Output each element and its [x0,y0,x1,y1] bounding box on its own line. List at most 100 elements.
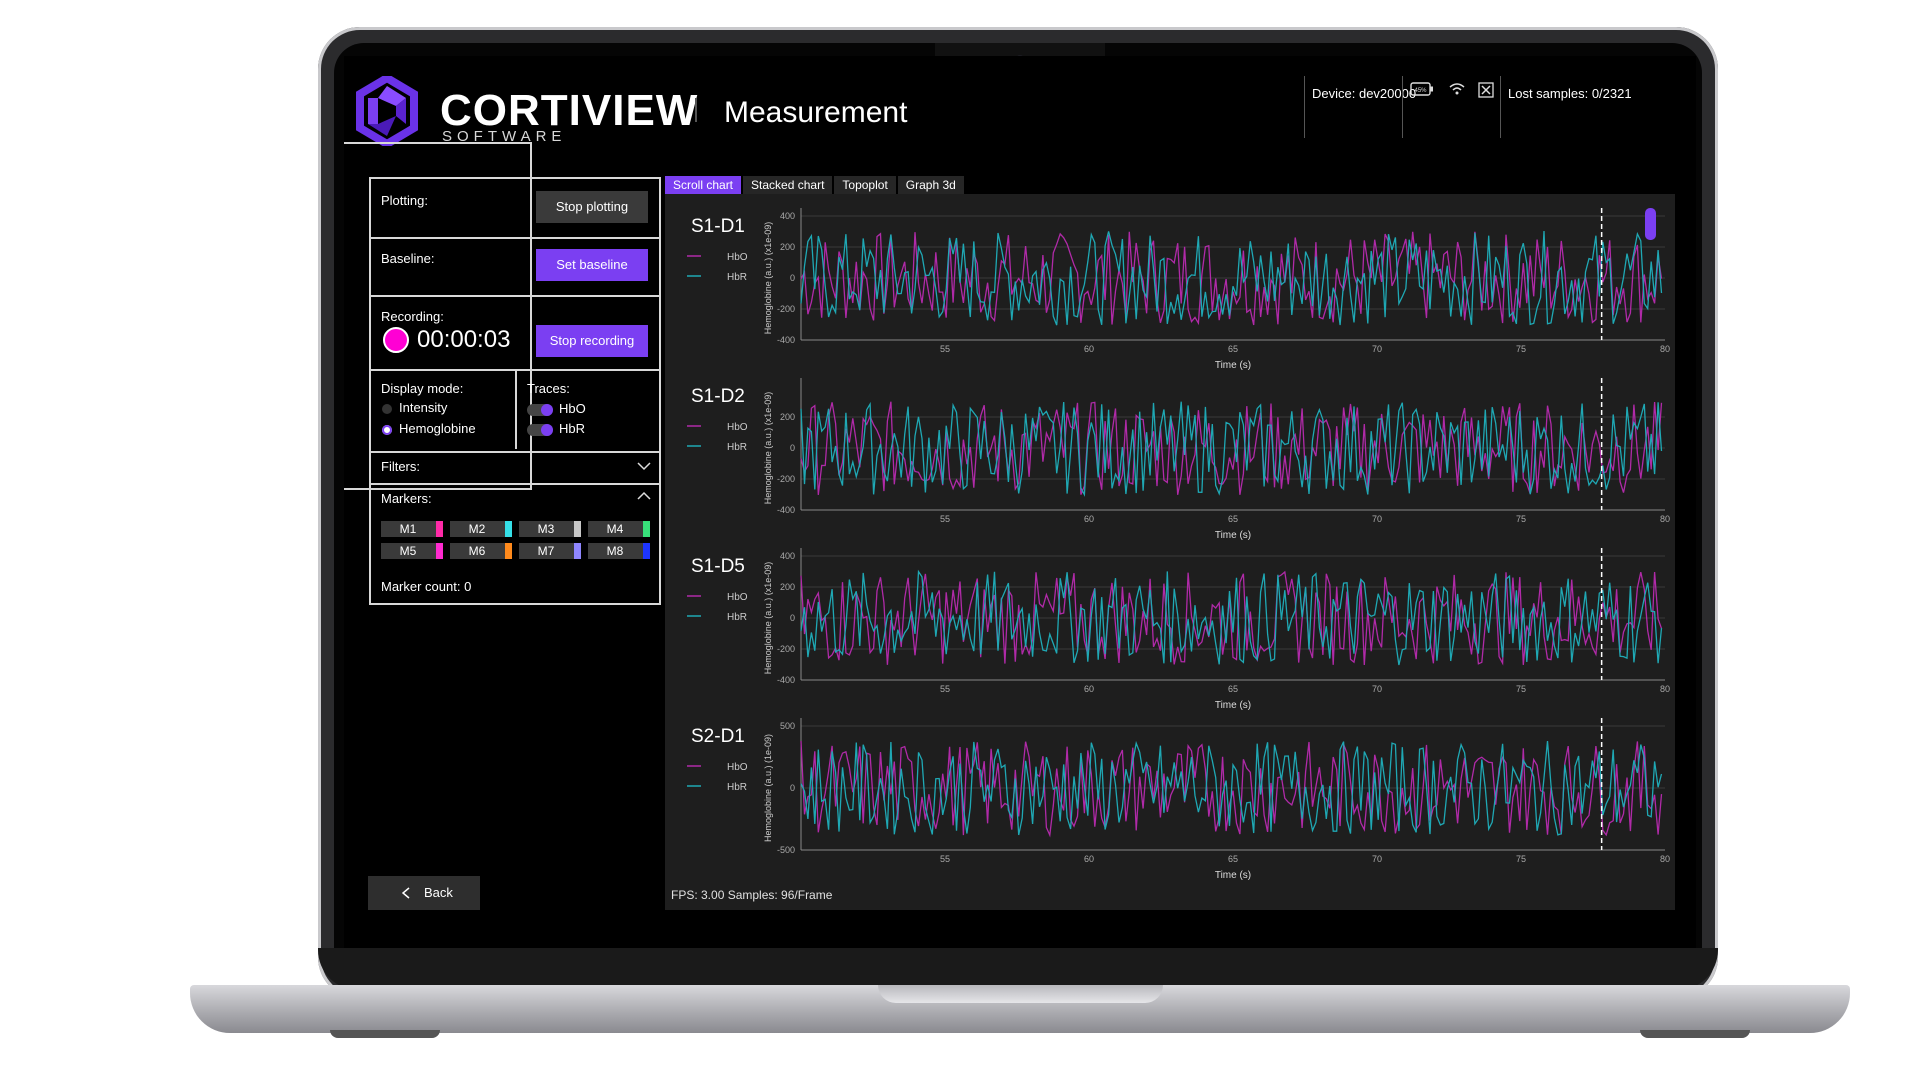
y-tick-label: 400 [780,551,795,561]
back-button[interactable]: Back [368,876,480,910]
device-label: Device: dev20000 [1312,86,1417,101]
y-tick-label: 0 [790,273,795,283]
channel-chart-s2-d1: S2-D1 HbO HbR Hemoglobine (a.u.) (1e-09) -50… [687,718,1670,881]
y-tick-label: 0 [790,613,795,623]
scroll-charts: S1-D1 HbO HbR Hemoglobine (a.u.) (x1e-09) -4… [687,208,1670,881]
disconnect-icon[interactable] [1478,82,1494,98]
scroll-chart-panel: S1-D1 HbO HbR Hemoglobine (a.u.) (x1e-09) -4… [665,194,1675,910]
intensity-radio[interactable] [382,404,392,414]
x-tick-label: 60 [1084,854,1094,864]
recording-indicator-icon [383,327,409,353]
markers-section: Markers: M1 M2 M3 M4 M5 M6 M7 M8 Marker count: … [371,483,659,603]
y-tick-label: -200 [777,644,795,654]
x-tick-label: 70 [1372,344,1382,354]
y-tick-label: 400 [780,211,795,221]
channel-title: S2-D1 [691,726,745,747]
y-tick-label: -400 [777,335,795,345]
marker-color-swatch [643,543,650,559]
hbo-toggle[interactable] [527,404,553,416]
marker-label: M6 [468,544,486,558]
cortiview-logo-icon [356,76,418,146]
hemoglobine-radio-label: Hemoglobine [399,421,476,436]
channel-title: S1-D1 [691,216,745,237]
y-tick-label: -400 [777,505,795,515]
marker-label: M4 [606,522,624,536]
x-axis-label: Time (s) [1215,700,1251,711]
marker-color-swatch [505,543,512,559]
legend-hbo-label: HbO [727,592,748,603]
x-tick-label: 70 [1372,854,1382,864]
baseline-label: Baseline: [381,251,435,266]
header-divider [695,98,697,122]
y-axis-label: Hemoglobine (a.u.) (x1e-09) [763,222,773,335]
tab-scroll-chart[interactable]: Scroll chart [665,176,742,194]
marker-color-swatch [574,521,581,537]
marker-label: M7 [537,544,555,558]
stop-plotting-button[interactable]: Stop plotting [536,191,648,223]
legend-hbr-label: HbR [727,442,747,453]
hbr-toggle[interactable] [527,424,553,436]
y-tick-label: -200 [777,474,795,484]
y-tick-label: -200 [777,304,795,314]
y-tick-label: 200 [780,582,795,592]
x-tick-label: 80 [1660,684,1670,694]
display-mode-label: Display mode: [381,381,464,396]
x-tick-label: 70 [1372,514,1382,524]
y-tick-label: 0 [790,443,795,453]
filters-row[interactable]: Filters: [371,451,659,485]
laptop-lip [878,985,1163,1003]
set-baseline-button[interactable]: Set baseline [536,249,648,281]
marker-button-m4[interactable]: M4 [588,521,650,537]
battery-icon: 45% [1410,82,1433,96]
x-tick-label: 60 [1084,684,1094,694]
hbr-toggle-label: HbR [559,421,586,436]
intensity-radio-label: Intensity [399,400,448,415]
header-divider [1500,76,1501,138]
x-tick-label: 80 [1660,514,1670,524]
traces-label: Traces: [527,381,570,396]
x-tick-label: 65 [1228,344,1238,354]
x-tick-label: 60 [1084,344,1094,354]
marker-label: M2 [468,522,486,536]
x-tick-label: 75 [1516,514,1526,524]
y-tick-label: 200 [780,242,795,252]
marker-button-m5[interactable]: M5 [381,543,443,559]
x-tick-label: 75 [1516,684,1526,694]
x-tick-label: 70 [1372,684,1382,694]
tab-topoplot[interactable]: Topoplot [834,176,896,194]
tab-stacked-chart[interactable]: Stacked chart [743,176,833,194]
marker-button-m1[interactable]: M1 [381,521,443,537]
marker-button-m2[interactable]: M2 [450,521,512,537]
marker-button-m3[interactable]: M3 [519,521,581,537]
chart-tabs: Scroll chart Stacked chart Topoplot Grap… [665,176,964,194]
battery-level: 45% [1414,88,1427,94]
y-tick-label: -500 [777,845,795,855]
channel-chart-s1-d5: S1-D5 HbO HbR Hemoglobine (a.u.) (x1e-09) -4… [687,548,1670,711]
chevron-up-icon[interactable] [637,491,651,501]
marker-button-m7[interactable]: M7 [519,543,581,559]
markers-label: Markers: [381,491,432,506]
marker-button-m8[interactable]: M8 [588,543,650,559]
filters-label: Filters: [381,459,420,474]
recording-row: Recording: 00:00:03 Stop recording [371,295,659,371]
x-axis-label: Time (s) [1215,530,1251,541]
stop-recording-button[interactable]: Stop recording [536,325,648,357]
legend-hbr-label: HbR [727,272,747,283]
laptop-foot [330,1030,440,1038]
legend-hbr-label: HbR [727,612,747,623]
x-tick-label: 80 [1660,854,1670,864]
channel-title: S1-D2 [691,386,745,407]
chart-scrollbar[interactable] [1645,208,1656,240]
x-tick-label: 60 [1084,514,1094,524]
tab-graph-3d[interactable]: Graph 3d [897,176,964,194]
y-tick-label: -400 [777,675,795,685]
marker-button-m6[interactable]: M6 [450,543,512,559]
back-button-label: Back [424,885,453,900]
chevron-left-icon [402,887,410,899]
hemoglobine-radio[interactable] [382,425,392,435]
chevron-down-icon[interactable] [637,461,651,471]
laptop-foot [1640,1030,1750,1038]
x-tick-label: 80 [1660,344,1670,354]
marker-label: M5 [399,544,417,558]
legend-hbo-label: HbO [727,252,748,263]
